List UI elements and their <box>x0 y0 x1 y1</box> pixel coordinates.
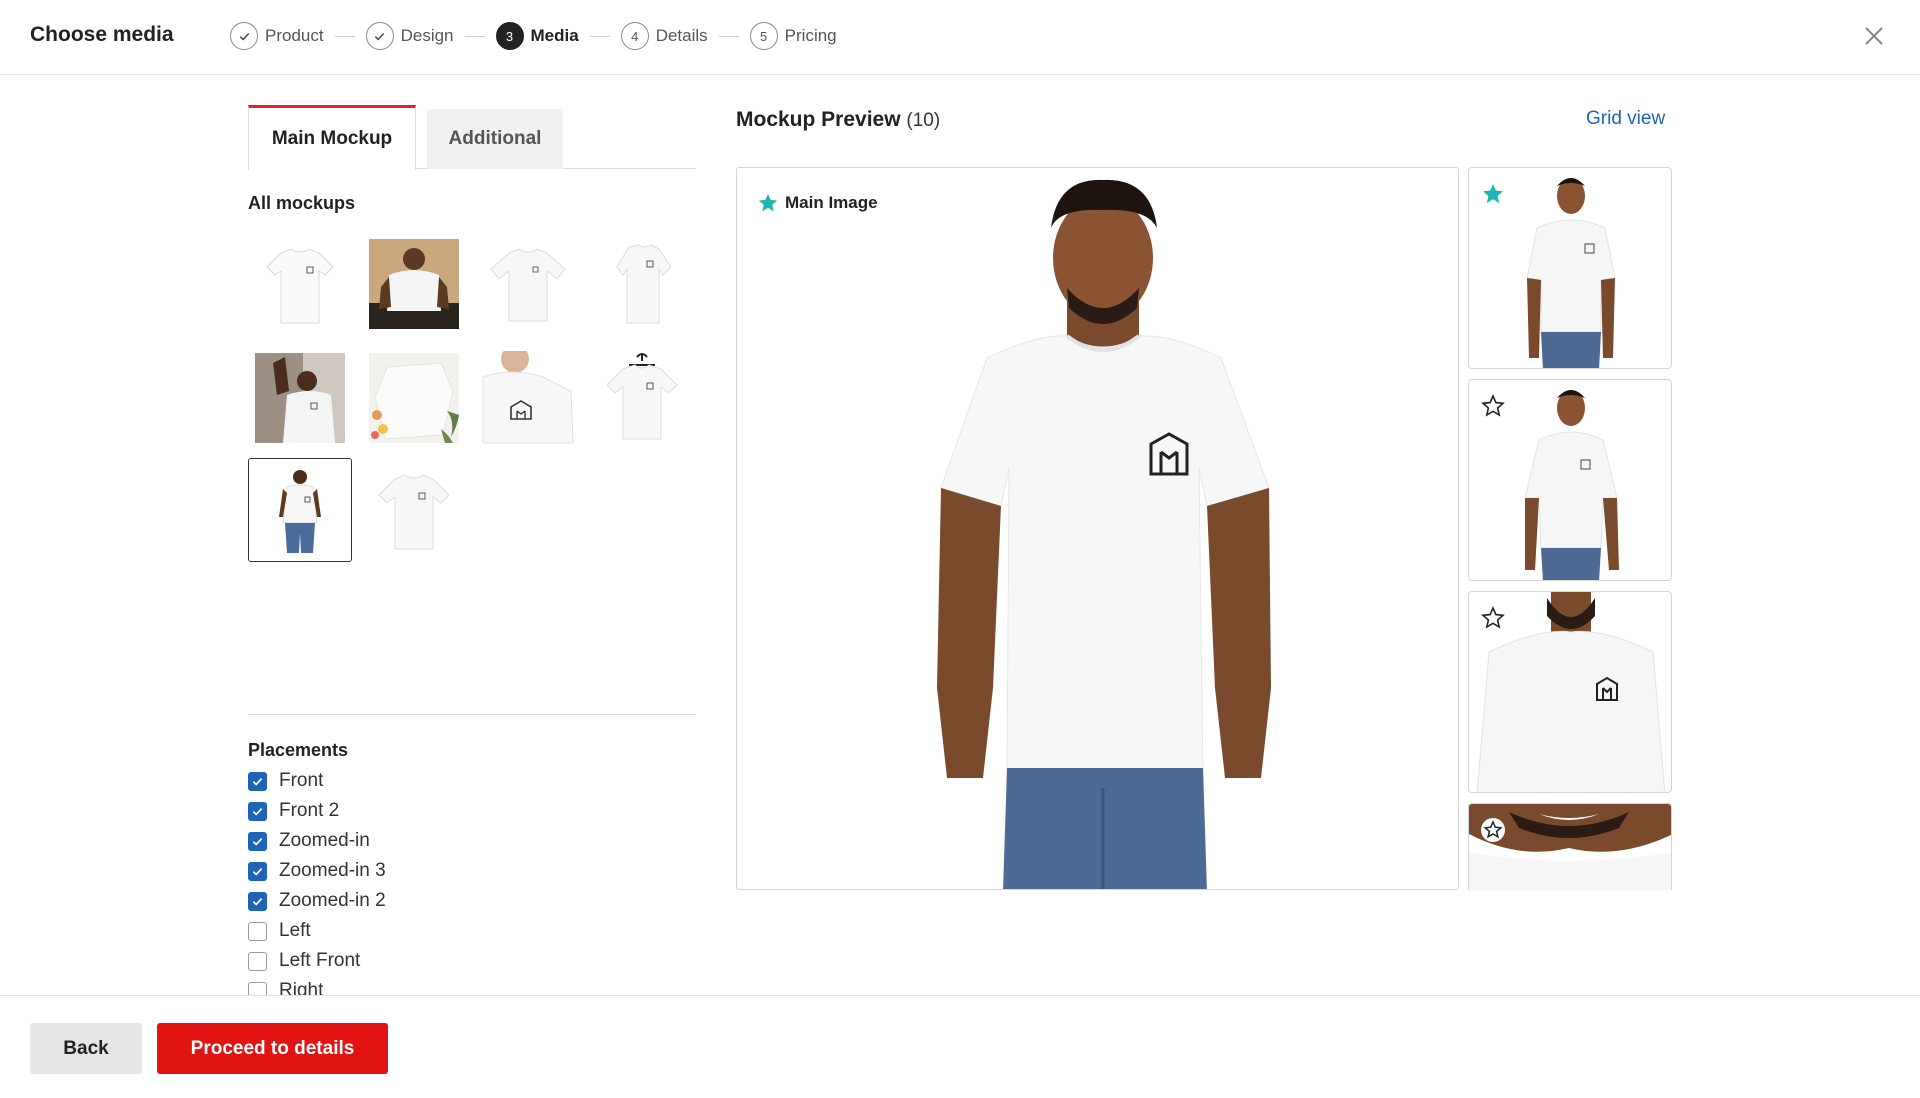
placement-label: Zoomed-in 2 <box>279 890 386 911</box>
checkbox-unchecked[interactable] <box>248 921 267 941</box>
mockup-tabs: Main Mockup Additional <box>248 105 696 170</box>
preview-count: (10) <box>906 110 941 131</box>
checkbox-checked[interactable] <box>248 831 267 851</box>
placement-zoomed-in-3[interactable]: Zoomed-in 3 <box>248 860 386 882</box>
preview-title: Mockup Preview (10) <box>736 108 940 132</box>
mockup-thumb[interactable] <box>476 346 580 450</box>
mockup-thumb-selected[interactable] <box>248 458 352 562</box>
checkbox-checked[interactable] <box>248 891 267 911</box>
page-title: Choose media <box>30 23 174 46</box>
check-icon <box>365 22 394 50</box>
step-label: Design <box>400 26 454 45</box>
step-label: Product <box>265 26 324 45</box>
star-filled-icon <box>758 193 778 212</box>
step-media[interactable]: 3 Media <box>495 22 579 50</box>
mockup-thumb[interactable] <box>590 346 694 450</box>
step-number: 5 <box>749 22 778 50</box>
side-thumb[interactable] <box>1468 803 1672 890</box>
placement-front-2[interactable]: Front 2 <box>248 800 339 822</box>
placement-zoomed-in-2[interactable]: Zoomed-in 2 <box>248 890 386 912</box>
stepper: Product Design 3 Media 4 Details 5 Prici… <box>230 22 837 50</box>
tab-main-mockup[interactable]: Main Mockup <box>248 105 416 170</box>
footer-bar: Back Proceed to details <box>0 995 1920 1098</box>
main-image-label: Main Image <box>785 193 878 212</box>
checkbox-checked[interactable] <box>248 861 267 881</box>
grid-view-link[interactable]: Grid view <box>1586 108 1665 130</box>
preview-title-text: Mockup Preview <box>736 108 901 131</box>
step-separator <box>718 35 739 37</box>
star-outline-icon[interactable] <box>1481 606 1505 630</box>
mockup-thumb[interactable] <box>476 232 580 336</box>
star-outline-icon[interactable] <box>1481 394 1505 418</box>
step-design[interactable]: Design <box>365 22 454 50</box>
mockup-thumb[interactable] <box>362 458 466 562</box>
placement-label: Right <box>279 980 324 996</box>
check-icon <box>230 22 258 50</box>
model-photo <box>937 179 1271 889</box>
star-filled-icon[interactable] <box>1481 182 1505 206</box>
step-number: 3 <box>495 22 524 50</box>
proceed-to-details-button[interactable]: Proceed to details <box>157 1023 388 1074</box>
step-label: Media <box>530 26 579 45</box>
checkbox-unchecked[interactable] <box>248 951 267 971</box>
model-thumb-photo <box>1469 804 1671 890</box>
checkbox-checked[interactable] <box>248 771 267 791</box>
mockup-thumb[interactable] <box>362 232 466 336</box>
step-pricing[interactable]: 5 Pricing <box>749 22 837 50</box>
placement-left-front[interactable]: Left Front <box>248 950 360 972</box>
back-button[interactable]: Back <box>30 1023 142 1074</box>
step-label: Pricing <box>784 26 837 45</box>
placement-right[interactable]: Right <box>248 980 323 996</box>
placement-zoomed-in[interactable]: Zoomed-in <box>248 830 370 852</box>
mockup-thumb[interactable] <box>590 232 694 336</box>
step-separator <box>589 35 610 37</box>
side-thumb[interactable] <box>1468 167 1672 369</box>
side-thumb[interactable] <box>1468 591 1672 793</box>
step-separator <box>334 35 355 37</box>
step-label: Details <box>655 26 708 45</box>
placement-front[interactable]: Front <box>248 770 323 792</box>
placement-label: Zoomed-in <box>279 830 370 851</box>
preview-side-list[interactable] <box>1468 167 1672 890</box>
checkbox-checked[interactable] <box>248 801 267 821</box>
step-number: 4 <box>620 22 649 50</box>
header-bar: Choose media Product Design 3 Media 4 De… <box>0 0 1920 75</box>
side-thumb[interactable] <box>1468 379 1672 581</box>
tab-additional[interactable]: Additional <box>427 109 563 169</box>
mockup-thumb[interactable] <box>362 346 466 450</box>
mockup-thumb[interactable] <box>248 232 352 336</box>
placement-label: Front 2 <box>279 800 340 821</box>
star-outline-icon[interactable] <box>1481 818 1505 842</box>
all-mockups-heading: All mockups <box>248 193 356 213</box>
placements-list: Front Front 2 Zoomed-in Zoomed-in 3 Zoom… <box>248 738 696 996</box>
main-image-badge: Main Image <box>757 192 878 214</box>
placement-label: Left <box>279 920 311 941</box>
step-details[interactable]: 4 Details <box>620 22 708 50</box>
placement-label: Left Front <box>279 950 361 971</box>
placement-label: Front <box>279 770 324 791</box>
checkbox-unchecked[interactable] <box>248 981 267 996</box>
step-product[interactable]: Product <box>230 22 324 50</box>
placement-label: Zoomed-in 3 <box>279 860 386 881</box>
placement-left[interactable]: Left <box>248 920 311 942</box>
mockup-thumb[interactable] <box>248 346 352 450</box>
step-separator <box>464 35 485 37</box>
main-preview-image: Main Image <box>736 167 1459 890</box>
close-icon[interactable] <box>1862 24 1886 48</box>
section-divider <box>248 714 696 715</box>
